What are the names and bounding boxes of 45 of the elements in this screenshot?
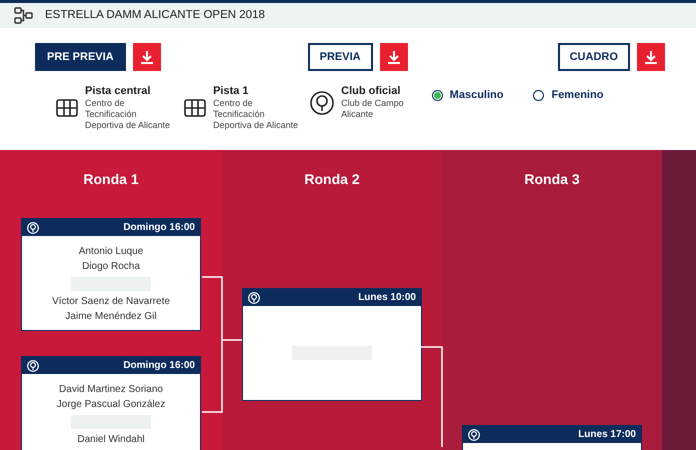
racket-icon — [27, 360, 39, 372]
player-name: Antonio Luque — [78, 245, 144, 259]
match-time: Lunes 17:00 — [578, 428, 636, 442]
player-name: Daniel Windahl — [77, 433, 145, 447]
round-title: Ronda 3 — [524, 170, 580, 189]
download-icon — [644, 50, 657, 64]
download-icon — [388, 50, 400, 64]
venue-name: Pista central — [85, 85, 152, 98]
download-icon — [140, 50, 153, 64]
venue-address: Deportiva de Alicante — [85, 120, 170, 131]
gender-radio[interactable]: Femenino — [533, 87, 604, 104]
document-button[interactable]: PREVIA — [308, 43, 373, 71]
racket-icon — [310, 90, 334, 114]
player-name: David Martinez Soriano — [59, 383, 163, 397]
download-button[interactable] — [636, 43, 665, 71]
player-name: Diogo Rocha — [82, 260, 140, 274]
venue-address: Deportiva de Alicante — [213, 120, 298, 131]
gender-radio[interactable]: Masculino — [432, 87, 504, 104]
round-title: Ronda 1 — [83, 170, 139, 189]
player-name: Jorge Pascual González — [56, 398, 166, 412]
racket-icon — [248, 292, 260, 304]
player-name: Jaime Menéndez Gil — [65, 310, 157, 324]
document-button[interactable]: PRE PREVIA — [35, 43, 126, 71]
racket-icon — [27, 222, 39, 234]
match-time: Domingo 16:00 — [123, 359, 195, 373]
round-title: Ronda 2 — [304, 170, 360, 189]
download-button[interactable] — [132, 43, 161, 71]
match-time: Lunes 10:00 — [358, 291, 416, 305]
bracket-icon — [14, 6, 34, 24]
racket-icon — [468, 428, 480, 440]
venue-address: Alicante — [341, 109, 374, 120]
venue-address: Centro de — [213, 98, 254, 109]
court-icon — [56, 99, 78, 117]
court-icon — [184, 99, 206, 117]
download-button[interactable] — [380, 43, 408, 71]
page-title: ESTRELLA DAMM ALICANTE OPEN 2018 — [45, 8, 265, 23]
venue-address: Tecnificación — [213, 109, 266, 120]
match-time: Domingo 16:00 — [123, 221, 195, 235]
venue-address: Centro de — [85, 98, 126, 109]
venue-address: Tecnificación — [85, 109, 138, 120]
player-name: Víctor Saenz de Navarrete — [52, 295, 170, 309]
venue-address: Club de Campo — [341, 98, 404, 109]
document-button[interactable]: CUADRO — [558, 43, 630, 71]
venue-name: Pista 1 — [213, 85, 250, 98]
venue-name: Club oficial — [341, 85, 402, 98]
